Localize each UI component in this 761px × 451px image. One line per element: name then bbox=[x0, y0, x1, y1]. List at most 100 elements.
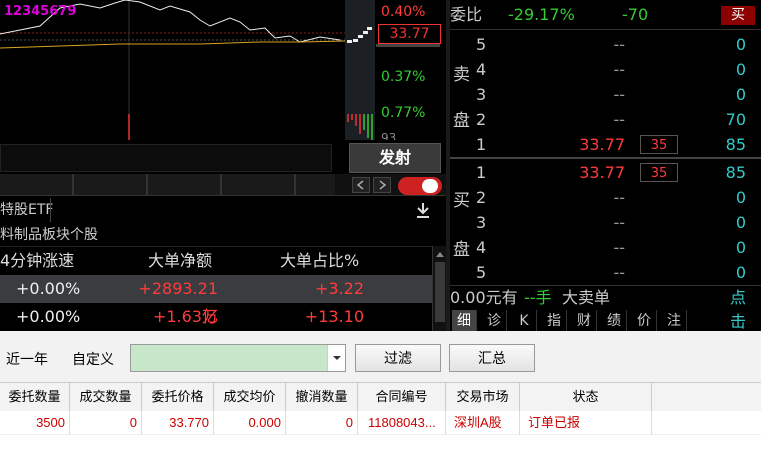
level-volume: 0 bbox=[735, 188, 746, 207]
big-order-footer: 0.00元有 --手 大卖单 点击 bbox=[450, 285, 761, 331]
toggle-switch[interactable] bbox=[398, 177, 442, 195]
level-price: 33.77 bbox=[579, 163, 625, 182]
col-avg-price[interactable]: 成交均价 bbox=[214, 383, 286, 411]
sell-level-5[interactable]: 5 -- 0 bbox=[450, 32, 761, 57]
footer-amount: 0.00元有 bbox=[450, 288, 518, 307]
level-num: 2 bbox=[476, 110, 487, 129]
col-deal-qty[interactable]: 成交数量 bbox=[70, 383, 142, 411]
row-speed: +0.00% bbox=[16, 307, 81, 326]
ratio-pct: -29.17% bbox=[508, 5, 575, 24]
col-status[interactable]: 状态 bbox=[520, 383, 652, 411]
buy-level-4[interactable]: 4 -- 0 bbox=[450, 235, 761, 260]
list-header: 4分钟涨速 大单净额 大单占比% bbox=[0, 246, 432, 274]
col-market[interactable]: 交易市场 bbox=[446, 383, 520, 411]
sell-level-3[interactable]: 3 -- 0 bbox=[450, 82, 761, 107]
summary-button[interactable]: 汇总 bbox=[449, 344, 535, 372]
header-net[interactable]: 大单净额 bbox=[148, 247, 212, 275]
level-num: 5 bbox=[476, 35, 487, 54]
level-volume: 0 bbox=[735, 263, 746, 282]
stock-list-panel: 发射 特股ETF 料制品板块个股 4分钟涨速 大单净额 大单占比% +0.00%… bbox=[0, 140, 446, 331]
level-price: -- bbox=[613, 238, 625, 257]
level-volume: 0 bbox=[735, 238, 746, 257]
etf-tab[interactable]: 特股ETF bbox=[0, 198, 53, 222]
cell-deal-qty: 0 bbox=[70, 411, 142, 435]
etf-tab-divider bbox=[50, 198, 51, 222]
custom-label[interactable]: 自定义 bbox=[72, 349, 114, 369]
book-divider bbox=[450, 157, 761, 159]
category-tabs[interactable] bbox=[0, 174, 335, 195]
chevron-right-icon bbox=[379, 180, 387, 190]
list-row[interactable]: +0.00% +1.63亿 +13.10 bbox=[0, 303, 432, 331]
sell-level-4[interactable]: 4 -- 0 bbox=[450, 57, 761, 82]
category-tabs-strip bbox=[0, 174, 446, 196]
tab-finance[interactable]: 财 bbox=[572, 310, 597, 332]
level-num: 3 bbox=[476, 85, 487, 104]
level-price: -- bbox=[613, 263, 625, 282]
col-cancel-qty[interactable]: 撤消数量 bbox=[286, 383, 358, 411]
command-input[interactable] bbox=[0, 144, 332, 172]
buy-level-3[interactable]: 3 -- 0 bbox=[450, 210, 761, 235]
combo-dropdown-button[interactable] bbox=[327, 345, 345, 371]
filter-button[interactable]: 过滤 bbox=[355, 344, 441, 372]
period-label[interactable]: 近一年 bbox=[6, 349, 48, 369]
board-title: 料制品板块个股 bbox=[0, 227, 98, 243]
col-order-price[interactable]: 委托价格 bbox=[142, 383, 214, 411]
ratio-diff: -70 bbox=[622, 5, 649, 24]
cell-market: 深圳A股 bbox=[446, 411, 520, 435]
buy-level-5[interactable]: 5 -- 0 bbox=[450, 260, 761, 285]
sell-level-1[interactable]: 1 33.77 35 85 bbox=[450, 132, 761, 157]
list-scrollbar[interactable] bbox=[432, 246, 446, 331]
header-speed[interactable]: 4分钟涨速 bbox=[0, 247, 74, 275]
scroll-right-button[interactable] bbox=[373, 177, 391, 193]
tabs-overflow-mark bbox=[340, 176, 350, 194]
tab-notes[interactable]: 注 bbox=[662, 310, 687, 332]
col-order-qty[interactable]: 委托数量 bbox=[0, 383, 70, 411]
level-volume: 70 bbox=[725, 110, 746, 129]
level-count: 35 bbox=[640, 163, 678, 182]
row-speed: +0.00% bbox=[16, 279, 81, 298]
chart-legend: 12345679 bbox=[4, 4, 77, 19]
tab-detail[interactable]: 细 bbox=[452, 310, 477, 332]
level-num: 3 bbox=[476, 213, 487, 232]
col-contract-no[interactable]: 合同编号 bbox=[358, 383, 446, 411]
tab-diagnose[interactable]: 诊 bbox=[482, 310, 507, 332]
cell-order-qty: 3500 bbox=[0, 411, 70, 435]
ratio-label: 委比 bbox=[450, 5, 483, 24]
fire-button[interactable]: 发射 bbox=[349, 143, 441, 173]
order-book: 委比 -29.17% -70 买 卖 盘 5 -- 0 4 -- 0 3 -- … bbox=[450, 0, 761, 331]
buy-level-2[interactable]: 2 -- 0 bbox=[450, 185, 761, 210]
header-ratio[interactable]: 大单占比% bbox=[280, 247, 359, 275]
level-volume: 0 bbox=[735, 213, 746, 232]
level-volume: 0 bbox=[735, 60, 746, 79]
level-volume: 0 bbox=[735, 85, 746, 104]
level-volume: 85 bbox=[725, 163, 746, 182]
list-row[interactable]: +0.00% +2893.21万 +3.22 bbox=[0, 275, 432, 326]
pct-mid-label: 0.37% bbox=[381, 69, 426, 85]
tab-kline[interactable]: K bbox=[512, 310, 537, 332]
date-range-combo[interactable] bbox=[130, 344, 346, 372]
footer-label: 大卖单 bbox=[562, 288, 611, 307]
level-num: 4 bbox=[476, 60, 487, 79]
price-tag-underline bbox=[376, 44, 440, 47]
tab-price[interactable]: 价 bbox=[632, 310, 657, 332]
chevron-left-icon bbox=[356, 180, 364, 190]
toggle-knob bbox=[422, 179, 438, 193]
level-price: -- bbox=[613, 35, 625, 54]
cell-avg-price: 0.000 bbox=[214, 411, 286, 435]
detail-tabs: 细 诊 K 指 财 绩 价 注 bbox=[450, 310, 761, 332]
level-count: 35 bbox=[640, 135, 678, 154]
level-price: -- bbox=[613, 213, 625, 232]
buy-level-1[interactable]: 1 33.77 35 85 bbox=[450, 160, 761, 185]
pct-low-label: 0.77% bbox=[381, 105, 426, 121]
tab-index[interactable]: 指 bbox=[542, 310, 567, 332]
buy-button[interactable]: 买 bbox=[721, 6, 755, 25]
scroll-up-arrow[interactable] bbox=[436, 252, 444, 257]
level-num: 1 bbox=[476, 135, 487, 154]
sell-level-2[interactable]: 2 -- 70 bbox=[450, 107, 761, 132]
level-price: 33.77 bbox=[579, 135, 625, 154]
scroll-thumb[interactable] bbox=[435, 262, 445, 322]
level-num: 4 bbox=[476, 238, 487, 257]
download-icon[interactable] bbox=[414, 200, 432, 220]
scroll-left-button[interactable] bbox=[352, 177, 370, 193]
tab-performance[interactable]: 绩 bbox=[602, 310, 627, 332]
